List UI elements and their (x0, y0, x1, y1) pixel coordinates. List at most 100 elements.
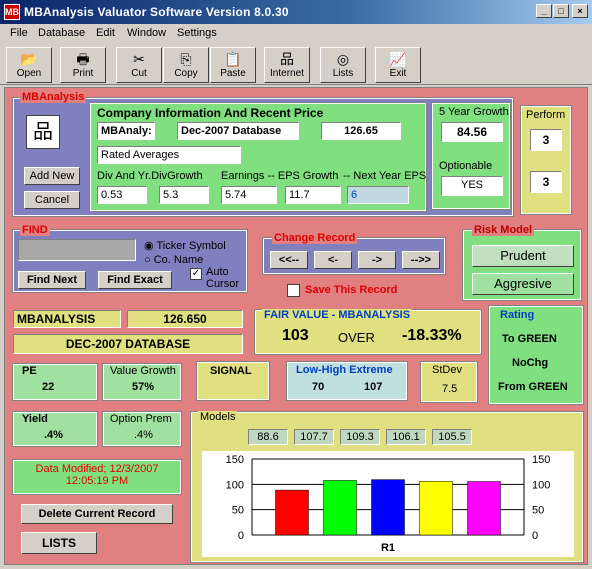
rating-nochg: NoChg (512, 357, 549, 369)
cancel-button[interactable]: Cancel (24, 191, 80, 209)
copy-button[interactable]: ⎘ Copy (163, 47, 209, 83)
div-field[interactable]: 0.53 (97, 186, 147, 204)
value-growth-value: 57% (132, 381, 155, 393)
signal-label: SIGNAL (210, 365, 252, 377)
menu-file[interactable]: File (10, 27, 28, 39)
lists-button[interactable]: ◎ Lists (320, 47, 366, 83)
perform-field-1[interactable]: 3 (530, 129, 562, 151)
save-record-checkbox[interactable] (287, 284, 300, 297)
fair-value-percent: -18.33% (402, 327, 462, 344)
first-record-button[interactable]: <<-- (270, 251, 308, 269)
co-name-radio[interactable]: ○ Co. Name (144, 254, 203, 266)
y-tick-label-right: 150 (532, 454, 550, 466)
printer-icon: 🖶 (76, 51, 90, 67)
bar-series-1 (275, 489, 309, 536)
auto-cursor-checkbox[interactable]: ✓ (190, 268, 202, 280)
aggressive-button[interactable]: Aggresive (472, 273, 574, 295)
internet-button[interactable]: 品 Internet (264, 47, 310, 83)
rating-label: Rating (500, 309, 535, 321)
open-button[interactable]: 📂 Open (6, 47, 52, 83)
stdev-value: 7.5 (442, 383, 458, 395)
scissors-icon: ✂ (133, 51, 145, 67)
close-button[interactable]: × (572, 4, 588, 18)
prudent-button[interactable]: Prudent (472, 245, 574, 267)
ticker-field[interactable]: MBAnaly: (97, 122, 155, 140)
high-value: 107 (364, 381, 383, 393)
data-modified-panel: Data Modified; 12/3/2007 12:05:19 PM (12, 459, 182, 495)
find-label: FIND (20, 224, 50, 236)
ticker-radio[interactable]: ◉ Ticker Symbol (144, 239, 226, 252)
find-exact-button[interactable]: Find Exact (98, 271, 172, 289)
bar-series-3 (371, 479, 405, 536)
y-tick-label-left: 50 (232, 505, 244, 517)
summary-database: DEC-2007 DATABASE (13, 334, 243, 354)
prev-record-button[interactable]: <- (314, 251, 352, 269)
eps-growth-field[interactable]: 11.7 (285, 186, 341, 204)
option-prem-value: .4% (134, 429, 153, 441)
find-group: FIND ◉ Ticker Symbol ○ Co. Name Find Nex… (12, 224, 248, 293)
growth-panel: 5 Year Growth 84.56 Optionable YES (431, 102, 511, 210)
models-label: Models (198, 411, 238, 423)
y-tick-label-left: 0 (238, 530, 244, 542)
x-category-label: R1 (381, 542, 395, 554)
bar-series-5 (467, 481, 501, 536)
ticker-radio-label: Ticker Symbol (156, 240, 226, 252)
risk-model-label: Risk Model (472, 224, 535, 236)
rating-panel: Rating To GREEN NoChg From GREEN (488, 305, 584, 405)
perform-field-2[interactable]: 3 (530, 171, 562, 193)
app-icon: MB (4, 4, 20, 20)
lists-label: Lists (332, 68, 354, 79)
bar-series-4 (419, 480, 453, 536)
minimize-button[interactable]: _ (536, 4, 552, 18)
next-record-button[interactable]: -> (358, 251, 396, 269)
pe-panel: PE 22 (12, 363, 98, 401)
modified-line1: Data Modified; 12/3/2007 (35, 463, 159, 475)
menu-window[interactable]: Window (127, 27, 166, 39)
last-record-button[interactable]: -->> (402, 251, 440, 269)
models-chart: 150 150 100 100 50 50 0 0 R1 (202, 451, 574, 557)
earnings-field[interactable]: 5.74 (221, 186, 277, 204)
network-icon: 品 (280, 51, 294, 67)
co-name-radio-label: Co. Name (153, 254, 204, 266)
fair-value-label: FAIR VALUE - MBANALYSIS (262, 309, 413, 321)
rating-from-green: From GREEN (498, 381, 568, 393)
next-eps-field[interactable]: 6 (347, 186, 409, 204)
auto-cursor-label: Auto Cursor (206, 266, 240, 290)
lists-main-button[interactable]: LISTS (21, 532, 97, 554)
main-area: MBAnalysis 品 Add New Cancel Company Info… (4, 87, 588, 565)
price-field[interactable]: 126.65 (321, 122, 401, 140)
add-new-button[interactable]: Add New (24, 167, 80, 185)
internet-label: Internet (270, 68, 304, 79)
averages-field[interactable]: Rated Averages (97, 146, 241, 164)
paste-icon: 📋 (224, 51, 242, 67)
print-button[interactable]: 🖶 Print (60, 47, 106, 83)
maximize-button[interactable]: □ (553, 4, 569, 18)
copy-icon: ⎘ (180, 51, 192, 67)
optionable-field[interactable]: YES (441, 176, 503, 196)
find-next-button[interactable]: Find Next (18, 271, 86, 289)
mbanalysis-label: MBAnalysis (20, 91, 87, 103)
five-year-field[interactable]: 84.56 (441, 122, 503, 142)
copy-label: Copy (174, 68, 198, 79)
change-record-label: Change Record (272, 232, 358, 244)
next-eps-label: -- Next Year EPS (343, 170, 427, 182)
database-field[interactable]: Dec-2007 Database (177, 122, 299, 140)
open-folder-icon: 📂 (20, 51, 38, 67)
paste-label: Paste (220, 68, 246, 79)
find-input[interactable] (18, 239, 136, 261)
model-value-4: 106.1 (386, 429, 426, 445)
value-growth-panel: Value Growth 57% (102, 363, 182, 401)
menu-database[interactable]: Database (38, 27, 85, 39)
paste-button[interactable]: 📋 Paste (210, 47, 256, 83)
div-growth-field[interactable]: 5.3 (159, 186, 209, 204)
option-prem-label: Option Prem (110, 413, 172, 425)
menu-settings[interactable]: Settings (177, 27, 217, 39)
menu-edit[interactable]: Edit (96, 27, 115, 39)
model-value-3: 109.3 (340, 429, 380, 445)
delete-record-button[interactable]: Delete Current Record (21, 504, 173, 524)
fair-value-panel: FAIR VALUE - MBANALYSIS 103 OVER -18.33% (254, 309, 482, 355)
print-label: Print (72, 68, 94, 79)
y-tick-label-left: 100 (226, 479, 244, 491)
cut-button[interactable]: ✂ Cut (116, 47, 162, 83)
exit-button[interactable]: 📈 Exit (375, 47, 421, 83)
